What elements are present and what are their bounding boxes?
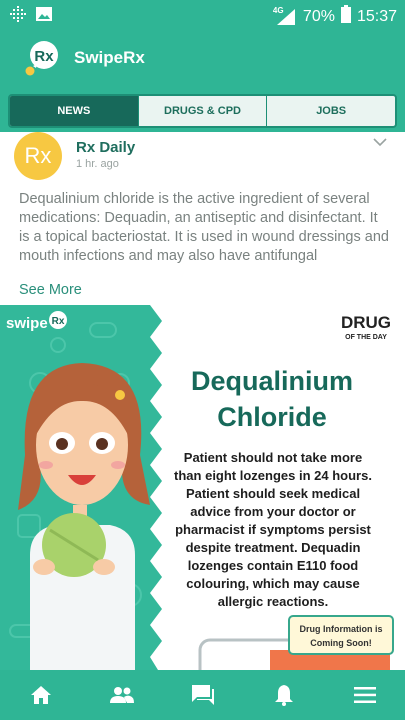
post-text: Dequalinium chloride is the active ingre… [19,191,389,264]
coming-soon-note [288,615,394,655]
svg-text:Rx: Rx [34,48,54,65]
drug-heading-line1: Dequalinium [191,366,353,396]
see-more-link[interactable]: See More [19,282,82,298]
people-icon [109,687,134,703]
rx-daily-avatar[interactable]: Rx [14,132,62,180]
bell-icon [274,685,293,706]
app-title: SwipeRx [74,48,145,67]
note-line2: Coming Soon! [310,638,372,648]
menu-icon [353,687,376,703]
grid-icon [10,6,26,27]
tab-drugs-cpd[interactable]: DRUGS & CPD [139,96,268,126]
nav-people[interactable] [102,675,142,715]
swipe-brand-badge: Rx [52,316,65,327]
chevron-down-icon[interactable] [373,134,387,152]
drug-body-line: lozenges contain E110 food [188,558,359,573]
bottom-nav [0,670,405,720]
app-logo[interactable]: Rx [24,40,60,76]
swipe-brand-text: swipe [6,315,48,332]
tab-news[interactable]: NEWS [10,96,139,126]
nav-home[interactable] [21,675,61,715]
post-source[interactable]: Rx Daily [76,139,135,156]
drug-badge-subtitle: OF THE DAY [345,334,387,341]
battery-icon [340,5,351,28]
drug-body-line: allergic reactions. [218,594,329,609]
nav-chat[interactable] [183,675,223,715]
post-time: 1 hr. ago [76,158,119,170]
drug-body-line: despite treatment. Dequadin [186,540,361,555]
signal-icon: 4G [272,5,297,26]
battery-percent: 70% [302,7,335,25]
drug-badge-title: DRUG [341,313,391,332]
app-bar: Rx SwipeRx [0,30,405,88]
image-icon [36,6,52,27]
tabs-bar: NEWS DRUGS & CPD JOBS [0,88,405,132]
note-line1: Drug Information is [300,624,383,634]
home-icon [30,686,51,704]
news-card: Rx Rx Daily 1 hr. ago Dequalinium chlori… [0,132,405,670]
post-image[interactable]: swipe Rx DRUG OF THE DAY Dequalinium Chl… [0,305,405,670]
network-type: 4G [272,5,284,15]
drug-body-line: pharmacist if symptoms persist [175,522,371,537]
drug-body-line: advice from your doctor or [190,504,355,519]
svg-text:Rx: Rx [25,143,52,168]
clock: 15:37 [356,7,397,25]
nav-notifications[interactable] [264,675,304,715]
tab-jobs[interactable]: JOBS [267,96,395,126]
drug-body-line: colouring, which may cause [186,576,359,591]
status-bar: 4G 70% 15:37 [0,0,405,30]
chat-icon [191,685,214,705]
drug-heading-line2: Chloride [217,402,327,432]
nav-menu[interactable] [345,675,385,715]
drug-body-line: Patient should seek medical [186,486,360,501]
drug-body-line: Patient should not take more [184,450,362,465]
drug-body-line: than eight lozenges in 24 hours. [174,468,372,483]
